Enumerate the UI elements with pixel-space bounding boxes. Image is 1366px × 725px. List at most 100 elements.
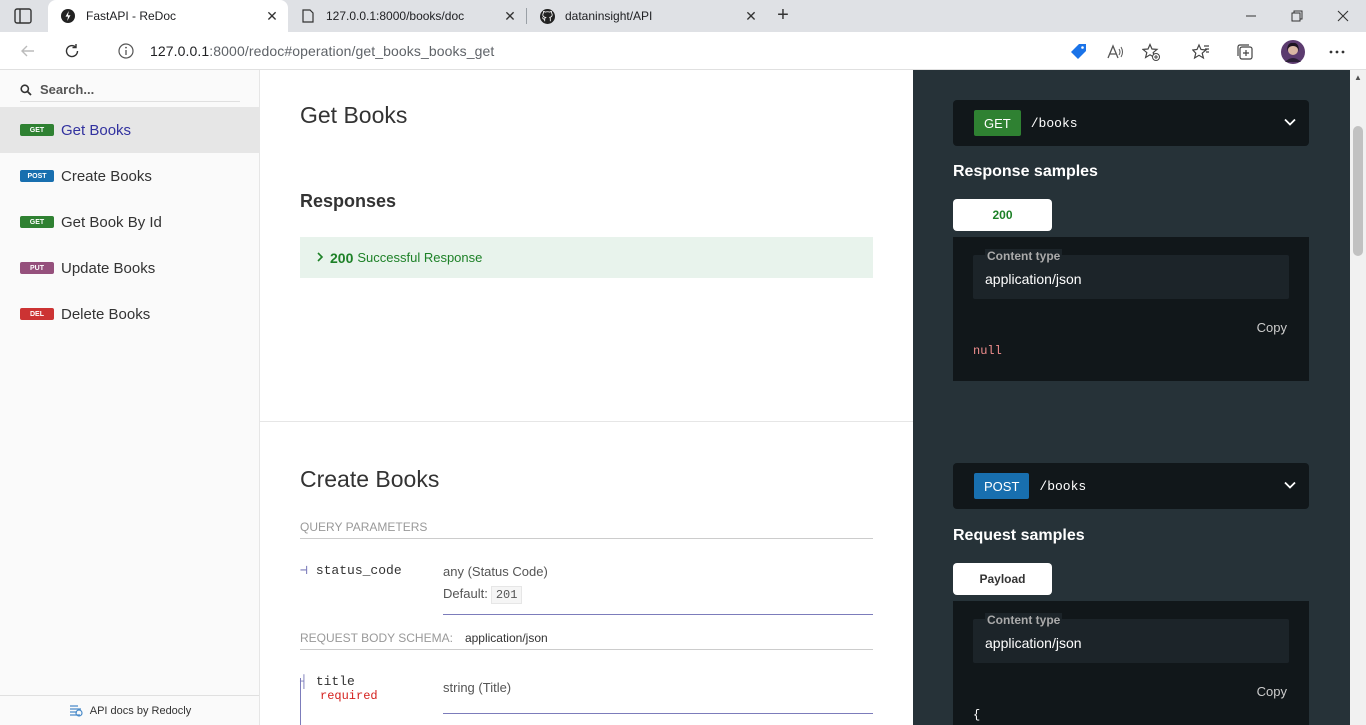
field-divider <box>443 713 873 714</box>
menu-item-update-books[interactable]: put Update Books <box>0 245 259 291</box>
chevron-right-icon <box>316 251 324 265</box>
fastapi-favicon-icon <box>60 8 76 24</box>
menu-item-get-book-by-id[interactable]: get Get Book By Id <box>0 199 259 245</box>
add-favorite-icon[interactable] <box>1140 41 1162 63</box>
page-scrollbar[interactable]: ▲ <box>1350 70 1366 725</box>
scroll-up-icon[interactable]: ▲ <box>1353 73 1363 83</box>
default-value: 201 <box>490 586 523 604</box>
param-name-text: status_code <box>315 563 402 578</box>
chevron-down-icon <box>1284 481 1296 489</box>
copy-button[interactable]: Copy <box>1257 320 1287 335</box>
operation-title-create-books: Create Books <box>300 466 440 492</box>
content-type-select[interactable]: Content type application/json <box>973 613 1289 663</box>
request-sample-box: Content type application/json Copy { <box>953 601 1309 725</box>
field-name-text: title <box>315 674 355 689</box>
http-method-badge: get <box>20 124 54 136</box>
url-path: :8000/redoc#operation/get_books_books_ge… <box>209 43 495 59</box>
tab-actions-icon[interactable] <box>14 8 32 24</box>
responses-heading: Responses <box>300 191 397 211</box>
favorites-icon[interactable] <box>1190 41 1212 63</box>
read-aloud-icon[interactable] <box>1104 41 1126 63</box>
site-info-icon[interactable] <box>118 43 134 59</box>
http-method-badge: post <box>20 170 54 182</box>
shopping-tag-icon[interactable] <box>1068 41 1090 63</box>
back-icon[interactable] <box>16 39 40 63</box>
page-icon <box>300 8 316 24</box>
close-tab-icon[interactable]: ✕ <box>262 6 282 26</box>
http-method-badge: get <box>20 216 54 228</box>
required-label: required <box>320 689 378 703</box>
api-content: Get Books Responses 200 Successful Respo… <box>260 70 913 725</box>
close-tab-icon[interactable]: ✕ <box>500 6 520 26</box>
response-description: Successful Response <box>357 250 483 265</box>
content-type-label: Content type <box>985 249 1063 263</box>
sample-code: { <box>973 708 981 722</box>
url-field[interactable]: 127.0.0.1:8000/redoc#operation/get_books… <box>100 37 1100 65</box>
request-body-schema-header: REQUEST BODY SCHEMA: application/json <box>300 631 873 650</box>
profile-avatar[interactable] <box>1280 39 1306 65</box>
content-type-select[interactable]: Content type application/json <box>973 249 1289 299</box>
copy-button[interactable]: Copy <box>1257 684 1287 699</box>
sample-tab-200[interactable]: 200 <box>953 199 1052 231</box>
url-host: 127.0.0.1 <box>150 43 210 59</box>
search-box <box>20 78 240 102</box>
sample-tab-payload[interactable]: Payload <box>953 563 1052 595</box>
redocly-footer-link[interactable]: API docs by Redocly <box>0 695 259 725</box>
tab-books-doc[interactable]: 127.0.0.1:8000/books/doc ✕ <box>288 0 526 32</box>
menu-item-label: Update Books <box>61 259 156 277</box>
search-icon <box>20 83 32 96</box>
search-input[interactable] <box>40 82 230 97</box>
close-window-icon[interactable] <box>1320 0 1366 32</box>
menu-item-label: Create Books <box>61 167 152 185</box>
content-type-value: application/json <box>985 271 1082 287</box>
endpoint-post-books[interactable]: POST /books <box>953 463 1309 509</box>
request-samples-title: Request samples <box>953 527 1085 544</box>
menu-item-delete-books[interactable]: del Delete Books <box>0 291 259 337</box>
menu-item-get-books[interactable]: get Get Books <box>0 107 259 153</box>
content-type-value: application/json <box>985 635 1082 651</box>
tree-branch-icon: ⊣ <box>300 563 308 578</box>
tab-title: 127.0.0.1:8000/books/doc <box>326 9 465 23</box>
api-menu-sidebar: get Get Books post Create Books get Get … <box>0 70 260 725</box>
body-mime-type: application/json <box>464 631 548 645</box>
http-method-badge: del <box>20 308 54 320</box>
endpoint-get-books[interactable]: GET /books <box>953 100 1309 146</box>
endpoint-path: /books <box>1039 478 1087 494</box>
chevron-down-icon <box>1284 118 1296 126</box>
body-schema-label: REQUEST BODY SCHEMA: <box>300 631 453 645</box>
response-samples-title: Response samples <box>953 163 1098 180</box>
param-status-code: ⊣ status_code <box>300 563 402 578</box>
http-method-badge: put <box>20 262 54 274</box>
minimize-icon[interactable] <box>1228 0 1274 32</box>
tree-branch-icon: ┤ <box>300 674 308 689</box>
refresh-icon[interactable] <box>60 39 84 63</box>
sample-code: null <box>973 344 1002 358</box>
section-divider <box>260 421 913 422</box>
github-icon <box>539 8 555 24</box>
redocly-logo-icon <box>69 704 83 717</box>
tab-github-api[interactable]: dataninsight/API ✕ <box>527 0 767 32</box>
http-method-label: POST <box>974 473 1030 499</box>
field-type: string (Title) <box>443 680 512 695</box>
default-label: Default: <box>443 586 488 601</box>
tab-fastapi-redoc[interactable]: FastAPI - ReDoc ✕ <box>48 0 288 32</box>
operation-title-get-books: Get Books <box>300 102 408 128</box>
content-type-label: Content type <box>985 613 1063 627</box>
tab-title: FastAPI - ReDoc <box>86 9 177 23</box>
menu-item-create-books[interactable]: post Create Books <box>0 153 259 199</box>
close-tab-icon[interactable]: ✕ <box>741 6 761 26</box>
param-default: Default: 201 <box>443 586 523 604</box>
scroll-thumb[interactable] <box>1353 126 1363 256</box>
http-method-label: GET <box>974 110 1021 136</box>
restore-icon[interactable] <box>1274 0 1320 32</box>
address-bar: 127.0.0.1:8000/redoc#operation/get_books… <box>0 32 1366 70</box>
menu-item-label: Delete Books <box>61 305 151 323</box>
response-code: 200 <box>330 249 354 266</box>
new-tab-icon[interactable]: + <box>772 4 794 26</box>
more-options-icon[interactable] <box>1326 41 1348 63</box>
tab-title: dataninsight/API <box>565 9 653 23</box>
response-sample-box: Content type application/json Copy null <box>953 237 1309 381</box>
samples-panel: GET /books Response samples 200 Content … <box>913 70 1350 725</box>
collections-icon[interactable] <box>1234 41 1256 63</box>
response-200-toggle[interactable]: 200 Successful Response <box>300 237 873 278</box>
